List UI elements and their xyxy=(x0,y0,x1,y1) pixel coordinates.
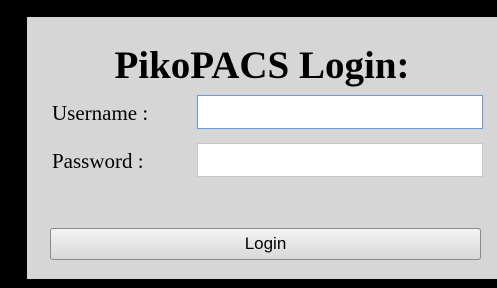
username-field[interactable] xyxy=(197,95,483,129)
password-field[interactable] xyxy=(197,143,483,177)
password-label: Password : xyxy=(52,149,144,173)
login-button[interactable]: Login xyxy=(50,228,481,260)
page-title: PikoPACS Login: xyxy=(114,44,410,87)
username-label: Username : xyxy=(52,101,149,125)
login-panel: PikoPACS Login: Username : Password : Lo… xyxy=(27,17,497,279)
